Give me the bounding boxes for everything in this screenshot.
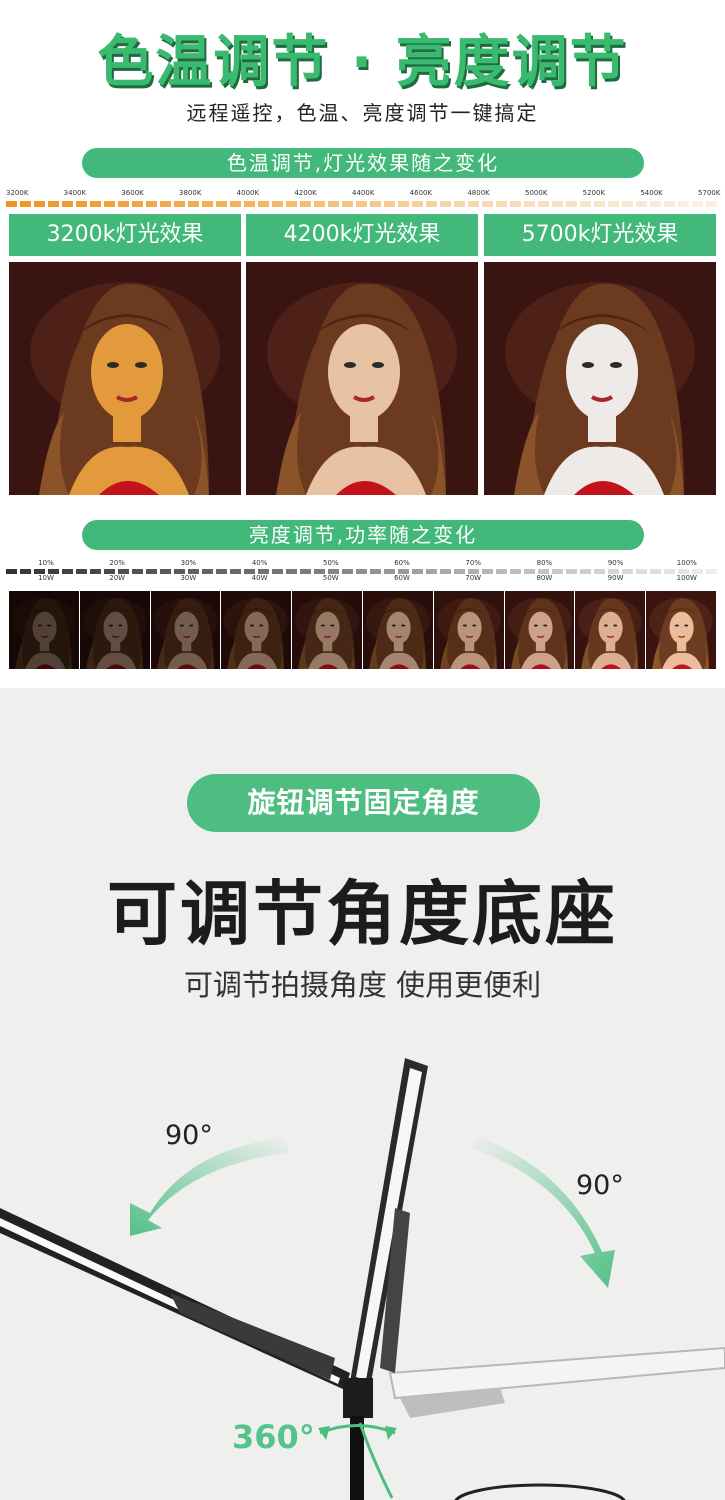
- brightness-percent-label: 80%: [536, 559, 553, 567]
- upright-panel: [350, 1058, 428, 1388]
- portrait-3200k: [9, 262, 241, 495]
- kelvin-gradient: [6, 201, 718, 207]
- brightness-thumbnail: [646, 591, 716, 669]
- portrait-4200k: [246, 262, 478, 495]
- left-rotation-arrow: [130, 1138, 290, 1236]
- brightness-bar: 亮度调节,功率随之变化: [82, 520, 644, 550]
- brightness-watt-label: 90W: [607, 574, 624, 582]
- kelvin-tick-label: 4000K: [236, 189, 260, 197]
- knob-adjust-pill: 旋钮调节固定角度: [187, 774, 540, 832]
- tripod-head: [343, 1378, 373, 1418]
- brightness-thumbnail: [9, 591, 79, 669]
- brightness-watt-label: 30W: [180, 574, 197, 582]
- right-angle-label: 90°: [576, 1170, 624, 1201]
- brightness-gradient: [6, 569, 718, 574]
- page-subtitle: 远程遥控，色温、亮度调节一键搞定: [186, 101, 539, 125]
- color-temp-bar: 色温调节,灯光效果随之变化: [82, 148, 644, 178]
- kelvin-tick-label: 5200K: [582, 189, 606, 197]
- page-title: 色温调节 · 亮度调节: [97, 30, 628, 95]
- brightness-watt-label: 10W: [38, 574, 54, 582]
- angle-section: 旋钮调节固定角度 可调节角度底座 可调节拍摄角度 使用更便利 90° 90° 3…: [0, 688, 725, 1500]
- kelvin-tick-label: 4600K: [409, 189, 433, 197]
- brightness-percent-label: 30%: [180, 559, 197, 567]
- kelvin-tick-label: 5000K: [525, 189, 548, 197]
- portrait-image: [246, 262, 478, 495]
- brightness-watt-label: 80W: [536, 574, 553, 582]
- right-rotation-arrow: [470, 1136, 615, 1288]
- kelvin-tick-label: 4200K: [294, 189, 317, 197]
- brightness-thumbnail: [79, 591, 150, 669]
- portrait-image: [9, 262, 241, 495]
- rotation-label: 360°: [232, 1418, 315, 1456]
- brightness-watt-label: 20W: [109, 574, 126, 582]
- kelvin-tick-label: 5700K: [698, 189, 721, 197]
- kelvin-tick-label: 3400K: [63, 189, 87, 197]
- kelvin-tick-label: 3200K: [6, 189, 29, 197]
- left-angle-label: 90°: [165, 1120, 213, 1151]
- color-brightness-section: 色温调节 · 亮度调节 远程遥控，色温、亮度调节一键搞定 色温调节,灯光效果随之…: [0, 0, 725, 688]
- brightness-watt-label: 40W: [251, 574, 268, 582]
- kelvin-tick-label: 4400K: [352, 189, 375, 197]
- panel-3200k-label: 3200k灯光效果: [9, 214, 241, 256]
- portrait-image: [484, 262, 716, 495]
- brightness-thumbnail: [150, 591, 221, 669]
- brightness-watt-label: 70W: [465, 574, 482, 582]
- panel-4200k-label: 4200k灯光效果: [246, 214, 478, 256]
- right-tilted-panel: [388, 1346, 725, 1418]
- brightness-watt-label: 60W: [394, 574, 410, 582]
- brightness-percent-label: 40%: [251, 559, 268, 567]
- brightness-scale-labels: 10% 10W 20% 20W 30% 30W 40% 40W 50% 50W 60% 60W 70% 7…: [6, 559, 718, 589]
- brightness-thumbnail: [221, 591, 292, 669]
- light-stand-illustration: [0, 1028, 725, 1500]
- brightness-watt-label: 100W: [676, 574, 697, 582]
- brightness-percent-label: 50%: [323, 559, 339, 567]
- brightness-watt-label: 50W: [322, 574, 339, 582]
- left-tilted-panel: [0, 1208, 350, 1390]
- brightness-thumbnail: [575, 591, 646, 669]
- brightness-percent-label: 60%: [394, 559, 410, 567]
- brightness-percent-label: 10%: [38, 559, 54, 567]
- brightness-thumbnails: [9, 591, 716, 669]
- kelvin-tick-label: 4800K: [467, 189, 490, 197]
- brightness-percent-label: 20%: [109, 559, 125, 567]
- brightness-percent-label: 100%: [676, 559, 697, 567]
- angle-headline: 可调节角度底座: [107, 873, 618, 955]
- brightness-thumbnail: [504, 591, 575, 669]
- brightness-thumbnail: [362, 591, 433, 669]
- brightness-thumbnail: [433, 591, 504, 669]
- panel-5700k-label: 5700k灯光效果: [484, 214, 716, 256]
- brightness-percent-label: 70%: [465, 559, 481, 567]
- kelvin-tick-label: 5400K: [640, 189, 663, 197]
- portrait-5700k: [484, 262, 716, 495]
- kelvin-tick-label: 3600K: [121, 189, 144, 197]
- kelvin-tick-label: 3800K: [179, 189, 202, 197]
- angle-tagline: 可调节拍摄角度 使用更便利: [183, 968, 542, 1002]
- brightness-thumbnail: [292, 591, 362, 669]
- brightness-percent-label: 90%: [607, 559, 624, 567]
- kelvin-scale-labels: 3200K 3400K 3600K 3800K 4000K 4200K 4400K 4600K…: [6, 189, 721, 199]
